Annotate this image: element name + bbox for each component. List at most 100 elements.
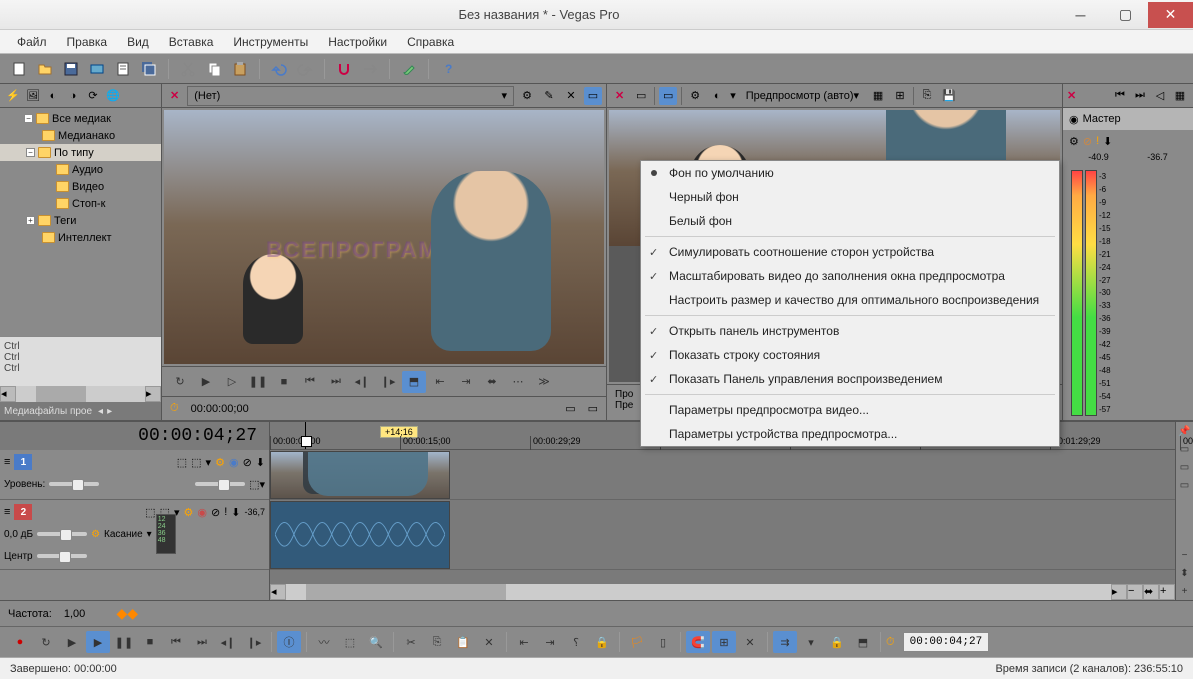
side-zoom-out-icon[interactable]: −: [1176, 546, 1193, 564]
paste-button[interactable]: 📋: [451, 631, 475, 653]
ripple-mode-icon[interactable]: ▾: [799, 631, 823, 653]
video-comp-slider[interactable]: [195, 482, 245, 486]
cut-icon[interactable]: [177, 58, 199, 80]
ctx-open-toolbar[interactable]: ✓Открыть панель инструментов: [641, 319, 1059, 343]
explorer-tab-label[interactable]: Медиафайлы прое: [4, 406, 92, 417]
auto-ripple-toggle-icon[interactable]: ⇉: [773, 631, 797, 653]
prev-overlay-icon[interactable]: ▦: [869, 87, 887, 105]
tool-select-icon[interactable]: ⬚: [338, 631, 362, 653]
menu-options[interactable]: Настройки: [319, 32, 396, 52]
tool2-icon[interactable]: ◑: [64, 87, 82, 105]
prev-split-icon[interactable]: ◐: [708, 87, 726, 105]
trim-del-icon[interactable]: ✕: [562, 87, 580, 105]
minimize-button[interactable]: ─: [1058, 2, 1103, 28]
pause-button[interactable]: ❚❚: [112, 631, 136, 653]
prev-grid-icon[interactable]: ⊞: [891, 87, 909, 105]
side-zoom-in-icon[interactable]: +: [1176, 582, 1193, 600]
undo-icon[interactable]: [268, 58, 290, 80]
help-icon[interactable]: ?: [437, 58, 459, 80]
next-frame-icon[interactable]: ❙▸: [376, 371, 400, 393]
fit-icon[interactable]: ⬌: [480, 371, 504, 393]
side-t3-icon[interactable]: ▭: [1176, 476, 1193, 494]
video-clip[interactable]: [270, 451, 450, 499]
bolt-icon[interactable]: ⚡: [4, 87, 22, 105]
add-media-icon[interactable]: ⬒: [402, 371, 426, 393]
audio-vol-slider[interactable]: [37, 532, 87, 536]
stop-button[interactable]: ■: [138, 631, 162, 653]
quantize-icon[interactable]: ⊞: [712, 631, 736, 653]
refresh-icon[interactable]: ⟳: [84, 87, 102, 105]
ctx-device-params[interactable]: Параметры устройства предпросмотра...: [641, 422, 1059, 446]
split-icon[interactable]: ⸮: [564, 631, 588, 653]
prev-frame-icon[interactable]: ◂❙: [350, 371, 374, 393]
paste-icon[interactable]: [229, 58, 251, 80]
side-zoom-fit-icon[interactable]: ⬍: [1176, 564, 1193, 582]
trim-end-icon[interactable]: ⇥: [538, 631, 562, 653]
cut-button[interactable]: ✂: [399, 631, 423, 653]
more2-icon[interactable]: ≫: [532, 371, 556, 393]
region-icon[interactable]: ▯: [651, 631, 675, 653]
go-start-icon[interactable]: ⏮: [298, 371, 322, 393]
playhead[interactable]: [305, 422, 306, 449]
redo-icon[interactable]: [294, 58, 316, 80]
track-vfx-icon[interactable]: ⬚: [177, 456, 187, 469]
close-button[interactable]: ✕: [1148, 2, 1193, 28]
prev-tool1-icon[interactable]: ▭: [632, 87, 650, 105]
master-tool1-icon[interactable]: ⏮: [1111, 87, 1129, 105]
menu-view[interactable]: Вид: [118, 32, 158, 52]
preview-quality-dropdown[interactable]: Предпросмотр (авто) ▾: [740, 86, 865, 106]
ctx-adjust[interactable]: Настроить размер и качество для оптималь…: [641, 288, 1059, 312]
loop-play-icon[interactable]: ↻: [34, 631, 58, 653]
master-tool4-icon[interactable]: ▦: [1171, 87, 1189, 105]
ctx-scale-fill[interactable]: ✓Масштабировать видео до заполнения окна…: [641, 264, 1059, 288]
tree-intel[interactable]: Интеллект: [0, 229, 161, 246]
ctx-sim-aspect[interactable]: ✓Симулировать соотношение сторон устройс…: [641, 240, 1059, 264]
video-level-slider[interactable]: [49, 482, 99, 486]
play-from-icon[interactable]: ▷: [220, 371, 244, 393]
new-icon[interactable]: [8, 58, 30, 80]
timeline-scrollbar[interactable]: ◂▸−⬌+: [270, 584, 1175, 600]
save-icon[interactable]: [60, 58, 82, 80]
preview-close-icon[interactable]: ✕: [615, 89, 624, 102]
ctx-show-transport[interactable]: ✓Показать Панель управления воспроизведе…: [641, 367, 1059, 391]
trim-monitor-icon[interactable]: ▭: [584, 87, 602, 105]
master-dim-icon[interactable]: ⬇: [1103, 135, 1112, 148]
side-t2-icon[interactable]: ▭: [1176, 458, 1193, 476]
auto-crossfade-icon[interactable]: ✕: [738, 631, 762, 653]
menu-help[interactable]: Справка: [398, 32, 463, 52]
ignore-group-icon[interactable]: ⬒: [851, 631, 875, 653]
copy-icon[interactable]: [203, 58, 225, 80]
master-mute-icon[interactable]: ⊘: [1083, 135, 1092, 148]
play-all-icon[interactable]: ▶: [60, 631, 84, 653]
master-tool3-icon[interactable]: ◁: [1151, 87, 1169, 105]
open-icon[interactable]: [34, 58, 56, 80]
ctx-show-status[interactable]: ✓Показать строку состояния: [641, 343, 1059, 367]
ctx-preview-params[interactable]: Параметры предпросмотра видео...: [641, 398, 1059, 422]
delete-button[interactable]: ✕: [477, 631, 501, 653]
properties-icon[interactable]: [112, 58, 134, 80]
prev-copy-icon[interactable]: ⎘: [918, 87, 936, 105]
next-frame-button[interactable]: ❙▸: [242, 631, 266, 653]
menu-edit[interactable]: Правка: [58, 32, 117, 52]
snap-toggle-icon[interactable]: 🧲: [686, 631, 710, 653]
go-start-button[interactable]: ⏮: [164, 631, 188, 653]
audio-pan-slider[interactable]: [37, 554, 87, 558]
tree-tags[interactable]: +Теги: [0, 212, 161, 229]
master-tool2-icon[interactable]: ⏭: [1131, 87, 1149, 105]
prev-fx-icon[interactable]: ⚙: [686, 87, 704, 105]
trimmer-dropdown[interactable]: (Нет)▾: [187, 86, 514, 106]
tree-bytype[interactable]: −По типу: [0, 144, 161, 161]
menu-tools[interactable]: Инструменты: [224, 32, 317, 52]
track-vchain-icon[interactable]: ⬚: [191, 456, 201, 469]
tool-envelope-icon[interactable]: 〰: [312, 631, 336, 653]
snap-icon[interactable]: [333, 58, 355, 80]
ctx-bg-black[interactable]: Черный фон: [641, 185, 1059, 209]
tree-all-media[interactable]: −Все медиак: [0, 110, 161, 127]
ctx-bg-default[interactable]: Фон по умолчанию: [641, 161, 1059, 185]
video-track-lane[interactable]: [270, 450, 1175, 500]
insert-before-icon[interactable]: ⇤: [428, 371, 452, 393]
play-icon[interactable]: ▶: [194, 371, 218, 393]
close-panel-icon[interactable]: ✕: [170, 89, 179, 102]
globe-icon[interactable]: 🌐: [104, 87, 122, 105]
marker-icon[interactable]: 🏳: [625, 631, 649, 653]
